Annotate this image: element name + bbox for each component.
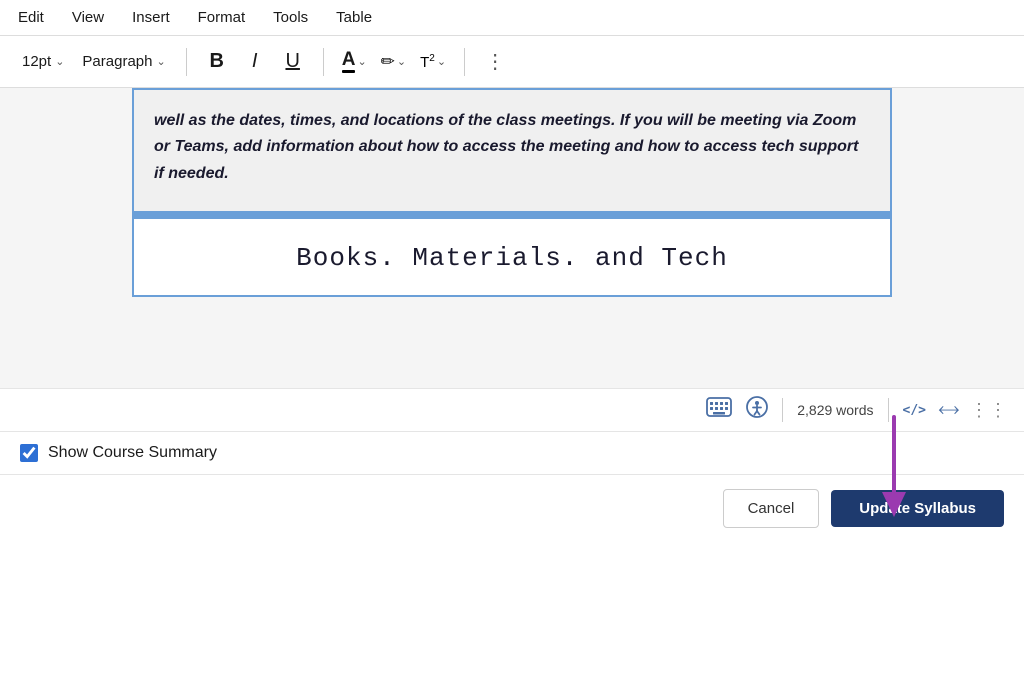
highlight-icon: ✏ [381,52,395,72]
underline-button[interactable]: U [277,46,309,78]
menu-bar: Edit View Insert Format Tools Table [0,0,1024,36]
menu-edit[interactable]: Edit [16,5,46,30]
editor-area[interactable]: well as the dates, times, and locations … [0,88,1024,388]
highlight-color-button[interactable]: ✏ ⌄ [377,50,410,74]
paragraph-style-selector[interactable]: Paragraph ⌄ [76,49,171,74]
font-size-selector[interactable]: 12pt ⌄ [16,49,70,74]
cancel-button[interactable]: Cancel [723,489,820,528]
font-color-chevron-icon: ⌄ [357,55,366,68]
status-bar: 2,829 words </> ⤢ ⋮⋮ [0,388,1024,432]
drag-handle-icon[interactable]: ⋮⋮ [970,400,1008,421]
font-size-chevron-icon: ⌄ [55,55,64,68]
superscript-icon: T2 [420,53,435,71]
expand-icon[interactable]: ⤢ [934,396,962,424]
document-page: well as the dates, times, and locations … [132,88,892,297]
toolbar-divider-3 [464,48,465,76]
update-syllabus-button[interactable]: Update Syllabus [831,490,1004,527]
menu-table[interactable]: Table [334,5,374,30]
superscript-button[interactable]: T2 ⌄ [416,51,450,73]
font-size-label: 12pt [22,53,51,70]
status-divider-1 [782,398,783,422]
font-color-button[interactable]: A ⌄ [338,48,371,75]
code-view-icon[interactable]: </> [903,403,926,418]
show-course-summary-text: Show Course Summary [48,444,217,462]
toolbar-divider-1 [186,48,187,76]
section-heading: Books. Materials. and Tech [154,243,870,273]
menu-tools[interactable]: Tools [271,5,310,30]
accessibility-icon[interactable] [746,396,768,424]
table-cell-top[interactable]: well as the dates, times, and locations … [132,88,892,213]
table-cell-bottom[interactable]: Books. Materials. and Tech [132,217,892,297]
action-buttons: Cancel Update Syllabus [0,475,1024,542]
bottom-wrapper: Show Course Summary [0,432,1024,475]
bold-button[interactable]: B [201,46,233,78]
paragraph-label: Paragraph [82,53,152,70]
highlight-chevron-icon: ⌄ [397,55,406,68]
bottom-area: Show Course Summary [0,432,1024,475]
show-course-summary-checkbox[interactable] [20,444,38,462]
keyboard-icon[interactable] [706,397,732,423]
toolbar-divider-2 [323,48,324,76]
status-divider-2 [888,398,889,422]
toolbar: 12pt ⌄ Paragraph ⌄ B I U A ⌄ ✏ ⌄ T2 ⌄ ⋮ [0,36,1024,88]
italic-button[interactable]: I [239,46,271,78]
font-color-a-icon: A [342,50,356,73]
paragraph-chevron-icon: ⌄ [156,55,165,68]
superscript-chevron-icon: ⌄ [437,55,446,68]
menu-view[interactable]: View [70,5,106,30]
menu-insert[interactable]: Insert [130,5,172,30]
menu-format[interactable]: Format [196,5,248,30]
editor-paragraph: well as the dates, times, and locations … [154,108,870,187]
word-count: 2,829 words [797,402,873,418]
show-course-summary-label[interactable]: Show Course Summary [20,444,217,462]
more-options-button[interactable]: ⋮ [479,45,511,78]
